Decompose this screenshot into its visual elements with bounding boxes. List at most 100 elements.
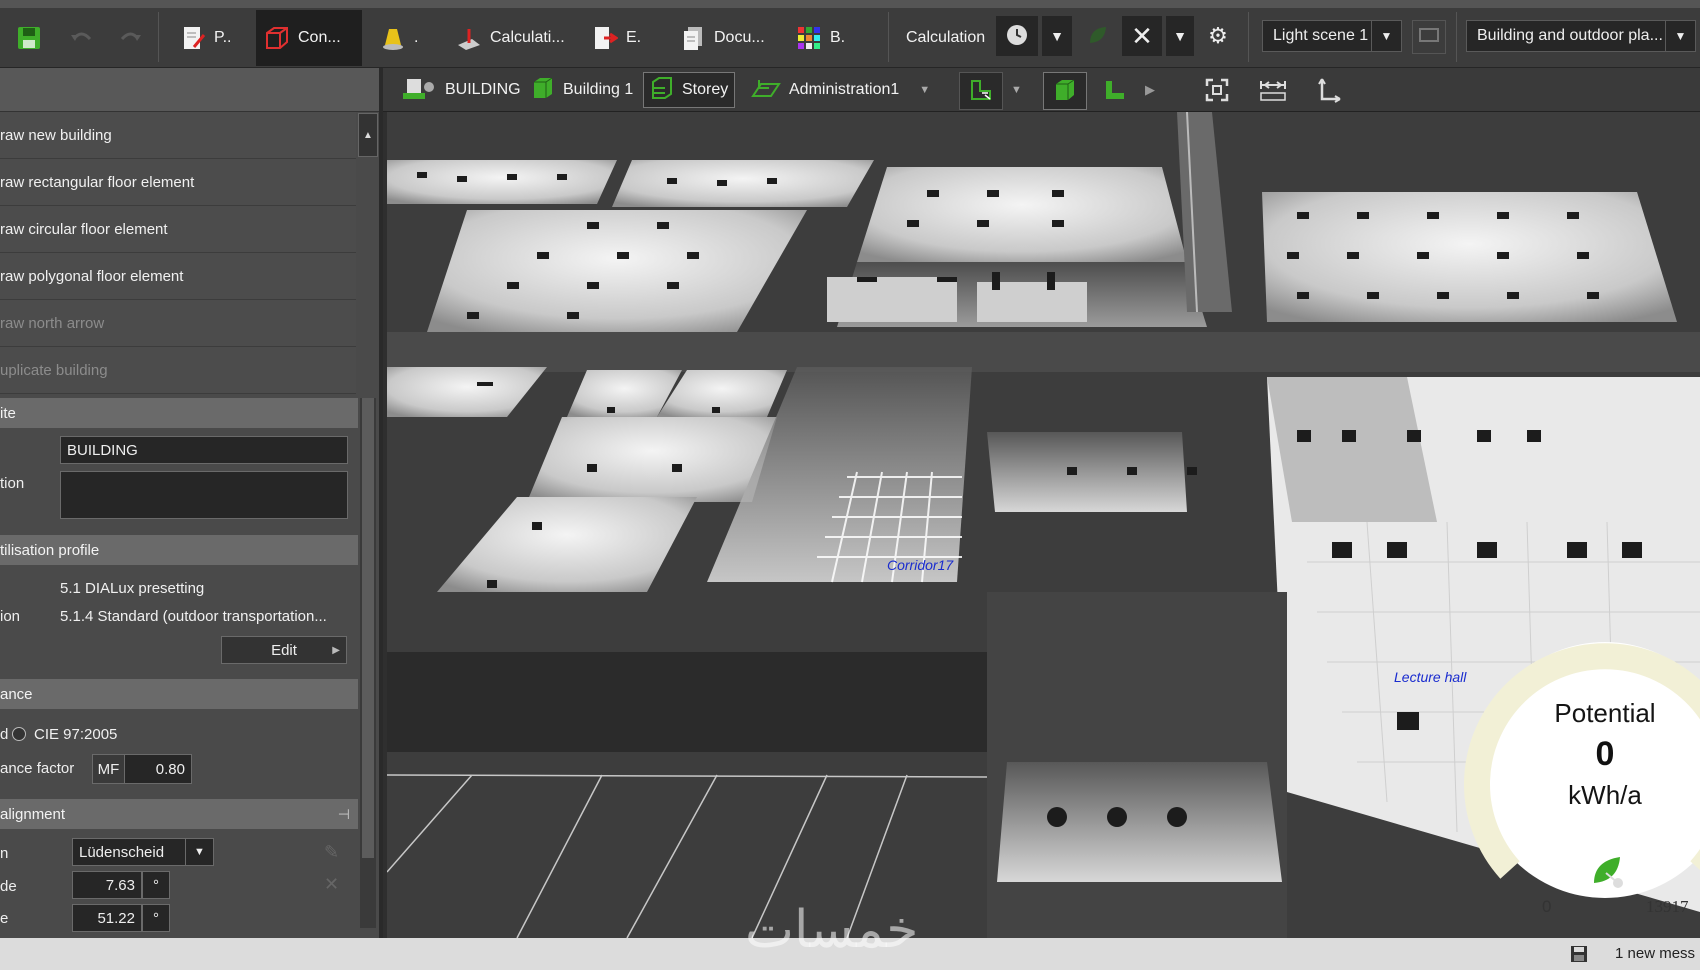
gauge-value: 0 xyxy=(1595,735,1615,773)
chevron-down-icon: ▼ xyxy=(1173,28,1187,44)
cancel-calculation-button[interactable]: ✕ xyxy=(1122,16,1162,56)
tab-colors-label: B. xyxy=(830,29,846,46)
chevron-down-icon: ▼ xyxy=(1665,21,1695,51)
coordinate-axes-button[interactable] xyxy=(1307,72,1351,110)
location-label: n xyxy=(0,845,9,862)
method-label: d xyxy=(0,726,9,743)
measure-distance-button[interactable] xyxy=(1251,72,1295,110)
tab-export[interactable]: E. xyxy=(584,10,649,66)
tab-colors[interactable]: B. xyxy=(788,10,853,66)
view-scope-select[interactable]: Building and outdoor pla... ▼ xyxy=(1466,20,1696,52)
light-scene-select[interactable]: Light scene 1 ▼ xyxy=(1262,20,1402,52)
zoom-fit-button[interactable] xyxy=(1195,72,1239,110)
toolbar-top-stripe xyxy=(0,0,1700,8)
more-views-arrow-icon[interactable]: ▶ xyxy=(1139,72,1161,108)
view-solid-button[interactable] xyxy=(1043,72,1087,110)
tab-project[interactable]: P.. xyxy=(172,10,240,66)
method-radio-cie[interactable] xyxy=(12,727,26,741)
action-draw-rectangular-floor[interactable]: raw rectangular floor element xyxy=(0,159,356,206)
chevron-down-icon: ▼ xyxy=(1050,28,1064,44)
apply-location-icon[interactable]: ✎ xyxy=(324,842,339,863)
section-alignment-header[interactable]: alignment ⊣ xyxy=(0,799,358,829)
calculation-surface-icon xyxy=(456,25,482,51)
energy-leaf-button[interactable] xyxy=(1080,16,1116,56)
latitude-label: e xyxy=(0,910,9,927)
room-label-corridor[interactable]: Corridor17 xyxy=(887,557,954,573)
calculation-label: Calculation xyxy=(906,29,986,46)
tab-calculation-objects[interactable]: Calculati... xyxy=(448,10,573,66)
calculation-timer-button[interactable] xyxy=(996,16,1038,56)
chevron-down-icon[interactable]: ▼ xyxy=(1005,72,1028,108)
action-draw-north-arrow: raw north arrow xyxy=(0,300,356,347)
profile-category-value: 5.1 DIALux presetting xyxy=(60,580,205,597)
calculation-timer-dropdown[interactable]: ▼ xyxy=(1042,16,1072,56)
view-floor-button[interactable] xyxy=(1093,72,1137,110)
documents-icon xyxy=(680,25,706,51)
action-duplicate-building: uplicate building xyxy=(0,347,356,394)
storey-icon xyxy=(650,76,674,105)
leaf-icon xyxy=(1087,24,1109,49)
pin-icon[interactable]: ⊣ xyxy=(338,806,350,823)
location-select[interactable]: Lüdenscheid ▼ xyxy=(72,838,214,866)
description-field[interactable] xyxy=(60,471,348,519)
maintenance-factor-label: ance factor xyxy=(0,760,75,777)
tab-construction[interactable]: Con... xyxy=(256,10,362,66)
breadcrumb-administration[interactable]: Administration1 ▼ xyxy=(745,72,936,108)
gauge-max: 13917 xyxy=(1646,897,1689,916)
breadcrumb-storey[interactable]: Storey xyxy=(643,72,736,108)
latitude-field[interactable]: 51.22 xyxy=(72,904,142,932)
tab-light[interactable]: . xyxy=(372,10,426,66)
maintenance-factor-field[interactable]: MF 0.80 xyxy=(92,754,192,784)
select-room-button[interactable] xyxy=(959,72,1003,110)
save-status-icon[interactable] xyxy=(1570,945,1588,963)
chevron-right-icon: ▶ xyxy=(332,644,340,656)
document-edit-icon xyxy=(180,25,206,51)
chevron-down-icon: ▼ xyxy=(1371,21,1401,51)
redo-button[interactable] xyxy=(110,10,152,66)
settings-button[interactable]: ⚙ xyxy=(1202,16,1234,56)
panel-header xyxy=(0,68,379,112)
edit-profile-button[interactable]: Edit ▶ xyxy=(221,636,347,664)
action-draw-circular-floor[interactable]: raw circular floor element xyxy=(0,206,356,253)
color-grid-icon xyxy=(796,25,822,51)
status-message[interactable]: 1 new mess xyxy=(1615,945,1695,962)
scroll-up-button[interactable]: ▲ xyxy=(358,113,378,157)
breadcrumb-building[interactable]: BUILDING xyxy=(395,72,527,108)
chevron-down-icon: ▼ xyxy=(185,839,213,865)
axes-icon xyxy=(1316,77,1342,106)
tab-calculation-objects-label: Calculati... xyxy=(490,29,565,46)
profile-selection-label: ion xyxy=(0,608,21,625)
chevron-down-icon: ▼ xyxy=(919,84,931,96)
mf-prefix: MF xyxy=(93,755,125,783)
section-site-header[interactable]: ite xyxy=(0,398,358,428)
toolbar-separator xyxy=(888,12,889,62)
toolbar-separator xyxy=(1456,12,1457,62)
cancel-calculation-dropdown[interactable]: ▼ xyxy=(1166,16,1194,56)
longitude-field[interactable]: 7.63 xyxy=(72,871,142,899)
tab-project-label: P.. xyxy=(214,29,232,46)
mf-value: 0.80 xyxy=(155,760,185,778)
tab-light-label: . xyxy=(414,29,419,46)
light-scene-edit-button[interactable] xyxy=(1412,20,1446,54)
section-maintenance-header[interactable]: ance xyxy=(0,679,358,709)
export-icon xyxy=(592,25,619,51)
tab-documentation[interactable]: Docu... xyxy=(672,10,773,66)
cube-outline-icon xyxy=(264,25,290,51)
name-field[interactable]: BUILDING xyxy=(60,436,348,464)
gear-icon: ⚙ xyxy=(1208,23,1228,48)
panel-scrollbar[interactable] xyxy=(360,398,376,928)
undo-button[interactable] xyxy=(60,10,102,66)
save-icon xyxy=(16,25,42,51)
redo-icon xyxy=(118,25,144,51)
scrollbar-thumb[interactable] xyxy=(362,398,374,858)
section-utilisation-profile-header[interactable]: tilisation profile xyxy=(0,535,358,565)
action-draw-new-building[interactable]: raw new building xyxy=(0,112,356,159)
action-draw-polygonal-floor[interactable]: raw polygonal floor element xyxy=(0,253,356,300)
breadcrumb-building1[interactable]: Building 1 xyxy=(525,72,639,108)
save-button[interactable] xyxy=(8,10,50,66)
breadcrumb-toolbar: BUILDING Building 1 Storey Administratio… xyxy=(383,68,1700,112)
undo-icon xyxy=(68,25,94,51)
clear-location-icon[interactable]: ✕ xyxy=(324,874,339,895)
room-label-lecture-hall[interactable]: Lecture hall xyxy=(1394,669,1467,685)
floor-shape-icon xyxy=(1102,77,1128,106)
